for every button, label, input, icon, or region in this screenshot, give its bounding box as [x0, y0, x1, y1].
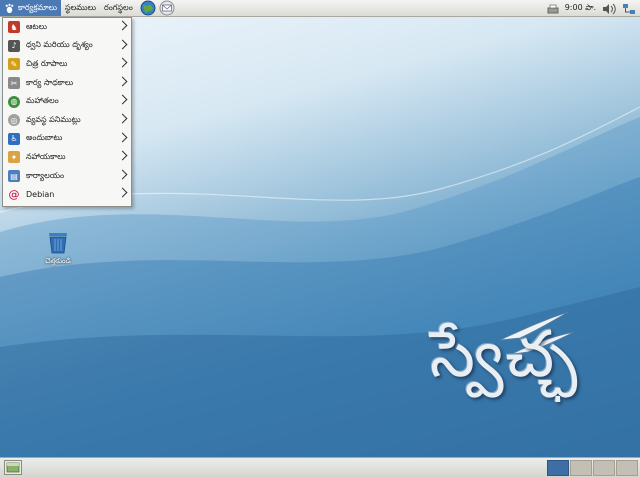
menu-item-office[interactable]: ▤ కార్యాలయం: [3, 167, 131, 186]
applications-dropdown: ♞ ఆటలు ♪ ధ్వని మరియు దృశ్యం ✎ చిత్ర రూపా…: [2, 17, 132, 207]
web-browser-launcher[interactable]: [140, 0, 156, 16]
show-desktop-button[interactable]: [4, 460, 22, 475]
workspace-3[interactable]: [593, 460, 615, 476]
chevron-right-icon: [117, 150, 128, 161]
applications-menu-label: కార్యక్రమాలు: [18, 2, 57, 12]
top-panel: కార్యక్రమాలు స్థలములు రంగస్థలం 9:00 పా.: [0, 0, 640, 17]
chevron-right-icon: [117, 39, 128, 50]
chevron-right-icon: [117, 76, 128, 87]
sound-video-icon: ♪: [8, 39, 20, 52]
chevron-right-icon: [117, 187, 128, 198]
mail-client-launcher[interactable]: [159, 0, 175, 16]
applications-menu[interactable]: కార్యక్రమాలు: [0, 0, 61, 16]
debian-icon: @: [8, 188, 20, 202]
menu-item-label: కార్య సాధకాలు: [26, 77, 74, 87]
places-menu-label: స్థలములు: [65, 2, 96, 12]
swecha-logo-text: స్వేచ్ఛ: [430, 318, 580, 392]
menu-item-label: ఆటలు: [26, 21, 47, 31]
workspace-switcher: [547, 460, 638, 476]
menu-item-label: చిత్ర రూపాలు: [26, 58, 68, 68]
trash-label: చెత్తకుండి: [45, 257, 71, 265]
menu-item-label: వ్యవస్థ పనిముట్లు: [26, 114, 81, 124]
trash-icon: [45, 229, 71, 255]
menu-item-label: Debian: [26, 190, 55, 200]
network-icon[interactable]: [622, 3, 636, 15]
menu-item-accessibility[interactable]: ♿ అందుబాటు: [3, 130, 131, 149]
web-browser-icon: [140, 0, 156, 16]
menu-item-accessories[interactable]: ✂ కార్య సాధకాలు: [3, 74, 131, 93]
menu-item-games[interactable]: ♞ ఆటలు: [3, 18, 131, 37]
bottom-panel: [0, 457, 640, 478]
clock[interactable]: 9:00 పా.: [565, 3, 596, 14]
menu-item-graphics[interactable]: ✎ చిత్ర రూపాలు: [3, 55, 131, 74]
workspace-4[interactable]: [616, 460, 638, 476]
chevron-right-icon: [117, 169, 128, 180]
chevron-right-icon: [117, 57, 128, 68]
system-tools-icon: ◎: [8, 114, 20, 127]
internet-icon: ◍: [8, 95, 20, 108]
accessories-icon: ✂: [8, 77, 20, 90]
graphics-icon: ✎: [8, 58, 20, 71]
system-menu[interactable]: రంగస్థలం: [100, 0, 137, 16]
chevron-right-icon: [117, 94, 128, 105]
chevron-right-icon: [117, 113, 128, 124]
menu-item-label: కార్యాలయం: [26, 170, 65, 180]
menu-item-system-tools[interactable]: ◎ వ్యవస్థ పనిముట్లు: [3, 111, 131, 130]
accessibility-icon: ♿: [8, 132, 20, 145]
menu-item-label: మహాతలం: [26, 96, 59, 106]
menu-item-sound-video[interactable]: ♪ ధ్వని మరియు దృశ్యం: [3, 37, 131, 56]
menu-item-label: ధ్వని మరియు దృశ్యం: [26, 40, 93, 50]
menu-item-debian[interactable]: @ Debian: [3, 185, 131, 204]
mail-client-icon: [159, 0, 175, 16]
office-icon: ▤: [8, 170, 20, 183]
system-tray: 9:00 పా.: [547, 0, 636, 17]
chevron-right-icon: [117, 20, 128, 31]
volume-icon[interactable]: [602, 3, 616, 15]
menu-item-education[interactable]: ✦ నహాయకాలు: [3, 148, 131, 167]
menu-item-label: నహాయకాలు: [26, 151, 66, 161]
workspace-1[interactable]: [547, 460, 569, 476]
chevron-right-icon: [117, 132, 128, 143]
trash-desktop-icon[interactable]: చెత్తకుండి: [38, 229, 78, 267]
gnome-foot-icon: [5, 3, 14, 13]
printer-icon[interactable]: [547, 4, 559, 14]
menu-item-internet[interactable]: ◍ మహాతలం: [3, 92, 131, 111]
menu-item-label: అందుబాటు: [26, 133, 63, 143]
education-icon: ✦: [8, 151, 20, 164]
games-icon: ♞: [8, 21, 20, 34]
show-desktop-icon: [6, 462, 20, 473]
system-menu-label: రంగస్థలం: [103, 2, 133, 12]
workspace-2[interactable]: [570, 460, 592, 476]
places-menu[interactable]: స్థలములు: [61, 0, 100, 16]
